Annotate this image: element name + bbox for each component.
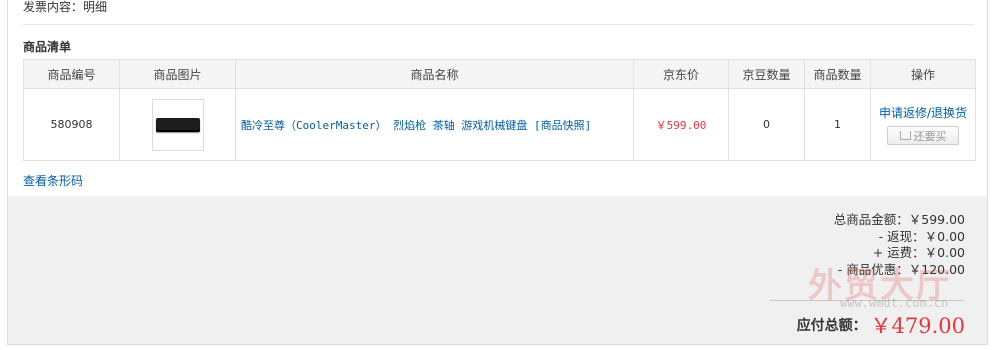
rebuy-label: 还要买 bbox=[913, 129, 947, 143]
column-header: 商品图片 bbox=[119, 59, 236, 89]
column-header: 京豆数量 bbox=[728, 59, 805, 89]
column-header: 商品编号 bbox=[23, 59, 120, 89]
image-cell bbox=[119, 88, 236, 161]
cashback-amount: - 返现：￥0.00 bbox=[878, 228, 965, 244]
name-cell: 酷冷至尊（CoolerMaster） 烈焰枪 茶轴 游戏机械键盘 [商品快照] bbox=[235, 88, 634, 161]
keyboard-icon bbox=[155, 117, 200, 132]
beans-cell: 0 bbox=[728, 88, 805, 161]
quantity-cell: 1 bbox=[804, 88, 871, 161]
column-header: 京东价 bbox=[633, 59, 729, 89]
shipping-fee: + 运费：￥0.00 bbox=[872, 245, 965, 260]
section-title: 商品清单 bbox=[23, 40, 72, 54]
column-header: 操作 bbox=[870, 59, 976, 89]
discount-amount: - 商品优惠：￥120.00 bbox=[837, 261, 965, 277]
view-barcode-link[interactable]: 查看条形码 bbox=[23, 172, 83, 189]
goods-table: 商品编号 商品图片 商品名称 京东价 京豆数量 商品数量 操作 580908 酷… bbox=[23, 59, 976, 161]
payable-label: 应付总额： bbox=[796, 318, 867, 334]
table-row: 580908 酷冷至尊（CoolerMaster） 烈焰枪 茶轴 游戏机械键盘 … bbox=[23, 88, 976, 161]
order-summary: 总商品金额：￥599.00 - 返现：￥0.00 + 运费：￥0.00 - 商品… bbox=[834, 212, 965, 278]
total-goods-amount: 总商品金额：￥599.00 bbox=[833, 212, 965, 227]
product-price: ￥599.00 bbox=[655, 118, 707, 132]
summary-divider bbox=[770, 300, 964, 301]
return-repair-link[interactable]: 申请返修/退换货 bbox=[871, 104, 975, 121]
cart-icon bbox=[899, 131, 911, 140]
divider bbox=[23, 24, 974, 25]
payable-value: ￥479.00 bbox=[870, 314, 965, 338]
invoice-content: 发票内容：明细 bbox=[23, 0, 108, 14]
operation-cell: 申请返修/退换货 还要买 bbox=[870, 88, 976, 161]
table-header-row: 商品编号 商品图片 商品名称 京东价 京豆数量 商品数量 操作 bbox=[23, 59, 976, 89]
goods-section: 发票内容：明细 商品清单 商品编号 商品图片 商品名称 京东价 京豆数量 商品数… bbox=[8, 0, 987, 196]
payable-total: 应付总额： ￥479.00 bbox=[797, 310, 965, 340]
price-cell: ￥599.00 bbox=[633, 88, 729, 161]
order-detail-panel: 发票内容：明细 商品清单 商品编号 商品图片 商品名称 京东价 京豆数量 商品数… bbox=[7, 0, 988, 345]
sku-cell: 580908 bbox=[23, 88, 120, 161]
column-header: 商品数量 bbox=[804, 59, 871, 89]
product-name-link[interactable]: 酷冷至尊（CoolerMaster） 烈焰枪 茶轴 游戏机械键盘 [商品快照] bbox=[241, 119, 591, 132]
rebuy-button[interactable]: 还要买 bbox=[887, 126, 959, 145]
product-thumbnail[interactable] bbox=[151, 98, 204, 151]
column-header: 商品名称 bbox=[235, 59, 634, 89]
